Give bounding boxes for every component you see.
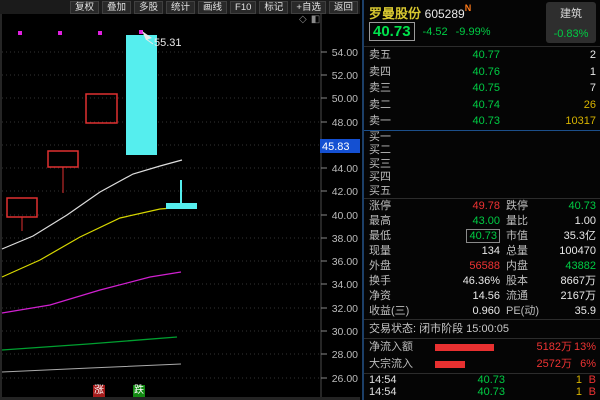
sector-name: 建筑 <box>560 5 582 21</box>
net-inflow-bar <box>435 344 494 351</box>
sector-badge[interactable]: 建筑 -0.83% <box>546 2 596 43</box>
toolbar-button-multistock[interactable]: 多股 <box>134 1 163 14</box>
svg-text:34.00: 34.00 <box>332 279 358 291</box>
sell-row-3[interactable]: 卖三40.757 <box>364 80 600 97</box>
block-inflow-bar <box>435 361 465 368</box>
buy-row-5[interactable]: 买五 <box>364 185 600 198</box>
toolbar-button-back[interactable]: 返回 <box>329 1 358 14</box>
buy-row-1[interactable]: 买一 <box>364 131 600 144</box>
svg-text:38.00: 38.00 <box>332 233 358 245</box>
money-flow: 净流入额 5182万 13% 大宗流入 2572万 6% <box>364 339 600 373</box>
block-inflow-row: 大宗流入 2572万 6% <box>364 356 600 373</box>
sell-row-5[interactable]: 卖五40.772 <box>364 47 600 64</box>
sell-row-2[interactable]: 卖二40.7426 <box>364 97 600 114</box>
stat-row: 换手46.36%股本8667万 <box>364 274 600 289</box>
sell-row-4[interactable]: 卖四40.761 <box>364 64 600 81</box>
stock-header: 罗曼股份 605289N 40.73 -4.52 -9.99% 建筑 -0.83… <box>364 0 600 47</box>
stock-name-text: 罗曼股份 <box>369 6 421 21</box>
svg-text:42.00: 42.00 <box>332 186 358 198</box>
net-inflow-row: 净流入额 5182万 13% <box>364 339 600 356</box>
stat-row: 涨停49.78跌停40.73 <box>364 199 600 214</box>
stat-row: 最高43.00量比1.00 <box>364 214 600 229</box>
ma-line-gray <box>2 364 181 372</box>
svg-text:50.00: 50.00 <box>332 93 358 105</box>
toolbar-button-mark[interactable]: 标记 <box>259 1 288 14</box>
candles <box>7 35 197 231</box>
new-stock-flag: N <box>465 3 472 13</box>
sell-row-1[interactable]: 卖一40.7310317 <box>364 113 600 130</box>
svg-text:32.00: 32.00 <box>332 303 358 315</box>
y-axis-labels: 54.00 52.00 50.00 48.00 44.00 42.00 40.0… <box>332 47 358 385</box>
trade-status: 交易状态: 闭市阶段 15:00:05 <box>364 320 600 338</box>
price-row: 40.73 -4.52 -9.99% <box>369 22 490 41</box>
svg-text:28.00: 28.00 <box>332 349 358 361</box>
toolbar-button-f10[interactable]: F10 <box>230 1 256 14</box>
buy-row-2[interactable]: 买二 <box>364 144 600 157</box>
ma-line-green <box>2 337 177 350</box>
stat-row: 现量134总量100470 <box>364 244 600 259</box>
buy-row-3[interactable]: 买三 <box>364 158 600 171</box>
stat-row: 最低40.73市值35.3亿 <box>364 229 600 244</box>
tick-row: 14:5440.731B <box>364 386 600 399</box>
svg-text:30.00: 30.00 <box>332 326 358 338</box>
tick-list[interactable]: 14:5440.731B 14:5440.731B <box>364 374 600 399</box>
buy-row-4[interactable]: 买四 <box>364 171 600 184</box>
legend-down-toggle[interactable]: 跌 <box>133 385 145 397</box>
stat-row: 收益(三)0.960PE(动)35.9 <box>364 304 600 319</box>
limit-up-marks <box>18 30 143 35</box>
toolbar-button-restoration[interactable]: 复权 <box>70 1 99 14</box>
last-price: 40.73 <box>369 22 415 41</box>
stats-grid: 涨停49.78跌停40.73 最高43.00量比1.00 最低40.73市值35… <box>364 199 600 319</box>
toolbar-button-stats[interactable]: 统计 <box>166 1 195 14</box>
svg-text:36.00: 36.00 <box>332 256 358 268</box>
axis-price-tag: 45.83 <box>320 139 360 153</box>
sell-queue: 卖五40.772 卖四40.761 卖三40.757 卖二40.7426 卖一4… <box>364 47 600 130</box>
stock-trading-app: 复权 叠加 多股 统计 画线 F10 标记 +自选 返回 ◇◧ <box>0 0 600 400</box>
price-change: -4.52 <box>423 26 448 38</box>
gridlines <box>2 52 321 378</box>
buy-queue: 买一 买二 买三 买四 买五 <box>364 131 600 198</box>
price-change-pct: -9.99% <box>456 26 491 38</box>
candlestick-chart[interactable]: 54.00 52.00 50.00 48.00 44.00 42.00 40.0… <box>0 14 360 397</box>
svg-text:52.00: 52.00 <box>332 70 358 82</box>
stock-code: 605289 <box>425 7 465 21</box>
svg-text:45.83: 45.83 <box>322 141 350 153</box>
svg-text:54.00: 54.00 <box>332 47 358 59</box>
svg-text:48.00: 48.00 <box>332 117 358 129</box>
top-toolbar: 复权 叠加 多股 统计 画线 F10 标记 +自选 返回 <box>0 0 360 14</box>
tick-row: 14:5440.731B <box>364 374 600 387</box>
ma-line-white <box>2 160 182 249</box>
sector-change: -0.83% <box>554 28 589 40</box>
axis-ticks <box>321 52 327 378</box>
svg-text:26.00: 26.00 <box>332 373 358 385</box>
cursor-price-label: 55.31 <box>154 37 182 49</box>
toolbar-button-overlay[interactable]: 叠加 <box>102 1 131 14</box>
ma-line-magenta <box>2 272 181 313</box>
toolbar-button-add-watchlist[interactable]: +自选 <box>291 1 326 14</box>
svg-text:44.00: 44.00 <box>332 163 358 175</box>
quote-panel: 罗曼股份 605289N 40.73 -4.52 -9.99% 建筑 -0.83… <box>362 0 600 400</box>
legend-up-toggle[interactable]: 涨 <box>93 385 105 397</box>
svg-text:40.00: 40.00 <box>332 210 358 222</box>
stat-row: 外盘56588内盘43882 <box>364 259 600 274</box>
toolbar-button-drawline[interactable]: 画线 <box>198 1 227 14</box>
stock-name: 罗曼股份 605289N <box>369 3 471 22</box>
stat-row: 净资14.56流通2167万 <box>364 289 600 304</box>
indicator-legend: 涨 跌 <box>93 385 145 397</box>
